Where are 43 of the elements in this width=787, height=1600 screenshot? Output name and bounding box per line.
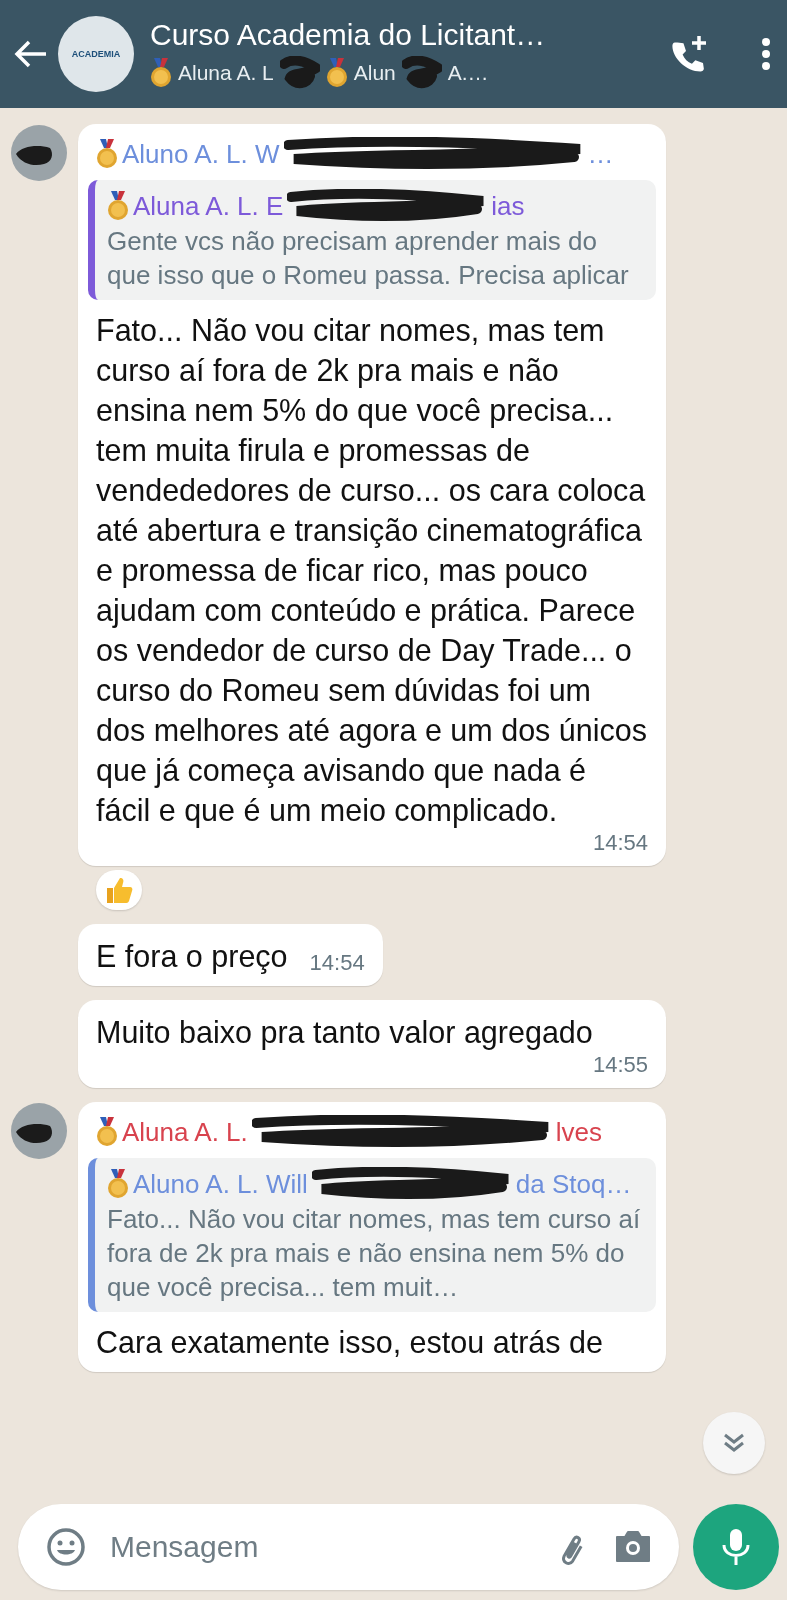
back-arrow-icon[interactable] xyxy=(14,39,48,69)
message-field[interactable]: Mensagem xyxy=(18,1504,679,1590)
sender-avatar[interactable] xyxy=(10,1102,68,1160)
chat-title: Curso Academia do Licitant… xyxy=(150,18,547,52)
sender-name: Aluna A. L. E xyxy=(133,190,284,223)
sender-avatar[interactable] xyxy=(10,124,68,182)
sender-name: … xyxy=(587,138,614,171)
medal-icon xyxy=(107,191,129,221)
message-text: Cara exatamente isso, estou atrás de xyxy=(96,1324,603,1361)
sender-name: Aluno A. L. W xyxy=(122,138,280,171)
microphone-icon xyxy=(721,1527,751,1567)
message-text: Fato... Não vou citar nomes, mas tem curso aí fora de 2k pra mais e não ensina nem 5% do que você precisa... tem muita firula e promessas de vendededores de curso... os cara coloca até abertura e transição cinematográfica e promessa de ficar rico, mas pouco ajudam com conteúdo e prática. Parece os vendedor de curso de Day Trade... o curso do Romeu sem dúvidas foi um dos melhores até agora e um dos únicos que já começa avisando que nada é fácil e que é um meio complicado. xyxy=(96,312,648,830)
quoted-text: Gente vcs não precisam aprender mais do que isso que o Romeu passa. Precisa aplicar xyxy=(107,225,630,292)
medal-icon xyxy=(107,1169,129,1199)
medal-icon xyxy=(96,139,118,169)
quoted-message[interactable]: Aluno A. L. Will da Stoq… Fato... Não vou citar nomes, mas tem curso aí fora de 2k pra mais e não ensina nem 5% do que você precisa... tem muit… xyxy=(88,1158,656,1312)
emoji-icon[interactable] xyxy=(46,1527,86,1567)
message-text: E fora o preço xyxy=(96,938,288,976)
reaction-badge[interactable] xyxy=(96,870,142,910)
member-name: Alun xyxy=(353,61,396,85)
sender-name: Aluna A. L. xyxy=(122,1116,248,1149)
more-options-icon[interactable] xyxy=(761,37,771,71)
quoted-message[interactable]: Aluna A. L. E ias Gente vcs não precisam aprender mais do que isso que o Romeu passa. Precisa aplicar xyxy=(88,180,656,300)
scroll-down-button[interactable] xyxy=(703,1412,765,1474)
sender-name: lves xyxy=(555,1116,602,1149)
quoted-text: Fato... Não vou citar nomes, mas tem curso aí fora de 2k pra mais e não ensina nem 5% do que você precisa... tem muit… xyxy=(107,1203,642,1304)
logo-text: ACADEMIA xyxy=(71,49,121,59)
sender-name: Aluno A. L. Will xyxy=(133,1168,308,1201)
double-chevron-icon xyxy=(723,1433,745,1453)
message-input[interactable]: Mensagem xyxy=(108,1529,529,1565)
sender-name: da Stoq… xyxy=(515,1168,632,1201)
member-name: A.… xyxy=(447,61,489,85)
medal-icon xyxy=(96,1117,118,1147)
message-time: 14:55 xyxy=(592,1052,648,1078)
member-name: Aluna A. L xyxy=(178,61,274,85)
camera-icon[interactable] xyxy=(613,1529,653,1565)
thumbs-up-icon xyxy=(104,875,134,905)
sender-name: ias xyxy=(491,190,525,223)
message-time: 14:54 xyxy=(309,950,365,976)
group-avatar[interactable]: ACADEMIA xyxy=(58,16,134,92)
message-text: Muito baixo pra tanto valor agregado xyxy=(96,1014,593,1052)
message-time: 14:54 xyxy=(592,830,648,856)
add-call-icon[interactable] xyxy=(669,34,709,74)
